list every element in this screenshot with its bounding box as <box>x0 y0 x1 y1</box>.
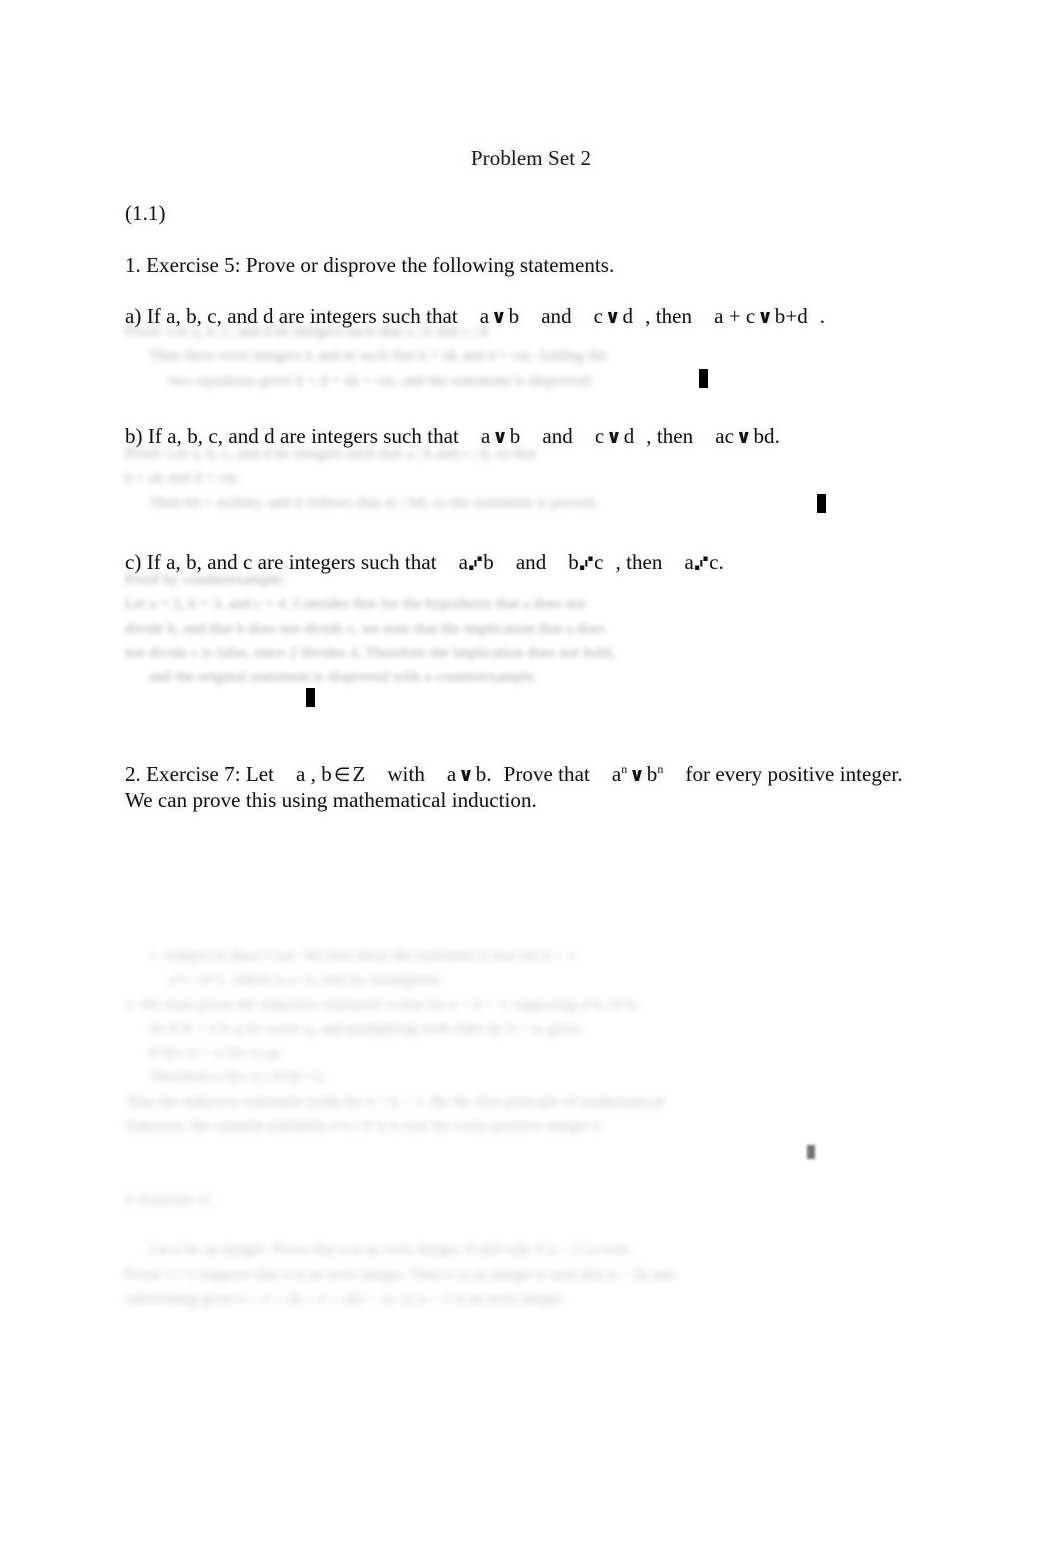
exponent: n <box>657 762 664 777</box>
operand: a , b <box>296 762 332 787</box>
document-content: Problem Set 2 (1.1) 1. Exercise 5: Prove… <box>125 0 937 1307</box>
redacted-spacer <box>125 1212 945 1238</box>
document-page: Problem Set 2 (1.1) 1. Exercise 5: Prove… <box>0 0 1062 1561</box>
divides-icon: ∨ <box>458 763 474 786</box>
exercise-7-prove: Prove that <box>503 762 590 787</box>
redacted-line: divide b, and that b does not divide c, … <box>125 620 606 637</box>
set-symbol: Z <box>352 762 366 787</box>
redacted-proof-exercise-7: 1. Subject to Base Case: We first show t… <box>125 944 945 1138</box>
exercise-5-heading: 1. Exercise 5: Prove or disprove the fol… <box>125 252 615 277</box>
redacted-line: not divide c is false, since 2 divides 4… <box>125 644 615 661</box>
redacted-line: b = ak and d = cm. <box>125 470 241 487</box>
operand: a <box>446 762 457 787</box>
element-of-icon: ∈ <box>333 764 351 787</box>
redacted-line: Let n be an integer. Prove that n is an … <box>149 1242 633 1259</box>
section-label: (1.1) <box>125 201 166 226</box>
redacted-line: a^1 | b^1, which is a | b, true by assum… <box>169 972 444 989</box>
redacted-line: induction, the claimed statement a^n | b… <box>125 1118 605 1135</box>
redacted-line: Let a = 2, b = 3, and c = 4. Consider th… <box>125 596 586 613</box>
exercise-7-with: with <box>387 762 425 787</box>
qed-square-proof-exercise-7 <box>807 1145 815 1159</box>
exercise-7-hypothesis-terminator: . <box>486 762 492 787</box>
redacted-line: Proof: Let a, b, c, and d be integers su… <box>125 446 537 462</box>
redacted-exercise-11-block: 3. Exercise 11 Let n be an integer. Prov… <box>125 1188 945 1311</box>
operand: b <box>646 762 658 787</box>
exercise-7-hypothesis: a ∨b <box>447 762 486 786</box>
qed-square-proof-a <box>699 369 708 388</box>
redacted-line: and the original statement is disproved … <box>149 669 538 686</box>
redacted-line: So b^k = a^k q for some q, and multiplyi… <box>149 1020 581 1037</box>
redacted-line: two equations gives b + d = ak + cm, and… <box>169 372 594 389</box>
redacted-proof-c: Proof by counterexample: Let a = 2, b = … <box>125 568 945 689</box>
operand: b <box>475 762 487 787</box>
exercise-7-conclusion: an ∨bn <box>612 762 664 786</box>
qed-square-proof-b <box>817 494 826 513</box>
redacted-line: 2. We must prove the inductive statement… <box>125 996 640 1013</box>
redacted-line: substituting gives n + 2 = 2k + 2 = 2(k … <box>125 1290 567 1307</box>
exercise-7-line-2: We can prove this using mathematical ind… <box>125 788 537 813</box>
exercise-7-tail: for every positive integer. <box>685 762 903 787</box>
divides-icon: ∨ <box>629 763 645 786</box>
exercise-7-prefix: 2. Exercise 7: Let <box>125 762 275 787</box>
redacted-line: Proof: Let a, b, c, and d be integers su… <box>125 324 492 340</box>
redacted-line: Then there exist integers k and m such t… <box>149 348 608 365</box>
redacted-line: 3. Exercise 11 <box>125 1192 213 1208</box>
exercise-7-statement: 2. Exercise 7: Let a , b ∈Z with a ∨b. Prove t… <box>125 762 937 813</box>
redacted-proof-a: Proof: Let a, b, c, and d be integers su… <box>125 320 945 393</box>
qed-square-proof-c <box>306 688 315 707</box>
redacted-line: b^(k+1) = a^(k+1) qr. <box>149 1045 284 1062</box>
operand: a <box>611 762 622 787</box>
exercise-7-variables: a , b ∈Z <box>296 762 365 786</box>
redacted-line: Thus the inductive statement holds for n… <box>125 1093 664 1110</box>
redacted-line: Proof: (=>) Suppose that n is an even in… <box>125 1266 675 1283</box>
page-title: Problem Set 2 <box>470 146 592 170</box>
redacted-line: Proof by counterexample: <box>125 572 286 588</box>
redacted-line: 1. Subject to Base Case: We first show t… <box>149 948 579 964</box>
redacted-line: Therefore a^(k+1) | b^(k+1). <box>149 1069 327 1086</box>
